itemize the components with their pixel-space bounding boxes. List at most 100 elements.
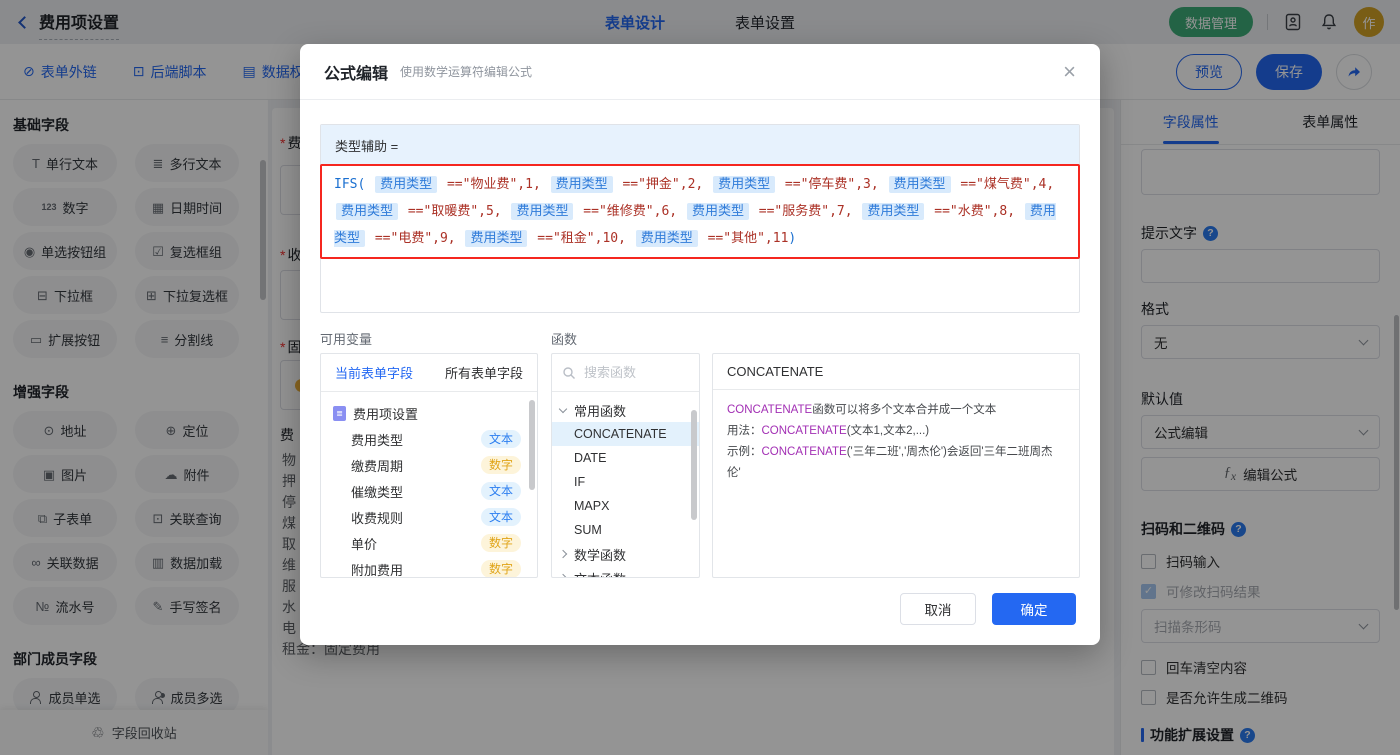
function-detail-panel: CONCATENATE CONCATENATE函数可以将多个文本合并成一个文本 … xyxy=(712,353,1080,578)
tab-all-form-fields[interactable]: 所有表单字段 xyxy=(445,363,523,382)
app-root: 费用项设置 表单设计表单设置 数据管理 作 ⊘表单外链⊡后端脚本▤数据权限 预览… xyxy=(0,0,1400,755)
formula-code[interactable]: IFS( 费用类型 =="物业费",1, 费用类型 =="押金",2, 费用类型… xyxy=(320,164,1080,259)
function-name: CONCATENATE xyxy=(727,404,812,416)
panel-labels: 可用变量 函数 xyxy=(320,329,1080,347)
panels-row: 当前表单字段 所有表单字段 ≣费用项设置费用类型文本缴费周期数字催缴类型文本收费… xyxy=(320,353,1080,578)
function-group[interactable]: 文本函数 xyxy=(552,566,699,578)
field-chip[interactable]: 费用类型 xyxy=(511,203,573,220)
function-desc: 函数可以将多个文本合并成一个文本 xyxy=(812,404,996,416)
confirm-button[interactable]: 确定 xyxy=(992,593,1076,625)
formula-literal: =="煤气费",4, xyxy=(953,177,1055,192)
modal-subtitle: 使用数学运算符编辑公式 xyxy=(400,63,532,80)
function-detail-usage: 用法：CONCATENATE(文本1,文本2,...) xyxy=(727,421,1065,442)
chevron-right-icon xyxy=(559,574,567,578)
function-detail-line1: CONCATENATE函数可以将多个文本合并成一个文本 xyxy=(727,400,1065,421)
field-chip[interactable]: 费用类型 xyxy=(862,203,924,220)
formula-literal: =="取暖费",5, xyxy=(400,204,509,219)
formula-literal: =="押金",2, xyxy=(615,177,711,192)
function-keyword: ) xyxy=(788,231,796,246)
variable-name: 单价 xyxy=(351,534,377,553)
function-group-name: 常用函数 xyxy=(574,401,626,420)
form-doc-icon: ≣ xyxy=(333,406,346,421)
variable-name: 催缴类型 xyxy=(351,482,403,501)
chevron-right-icon xyxy=(559,550,567,558)
modal-footer: 取消 确定 xyxy=(900,593,1076,625)
variable-type-badge: 数字 xyxy=(481,534,521,552)
field-chip[interactable]: 费用类型 xyxy=(713,176,775,193)
field-chip[interactable]: 费用类型 xyxy=(889,176,951,193)
functions-scrollbar[interactable] xyxy=(691,410,697,520)
usage-args: (文本1,文本2,...) xyxy=(847,425,929,437)
formula-editor-empty-area[interactable] xyxy=(321,258,1079,312)
variable-type-badge: 数字 xyxy=(481,560,521,578)
close-icon[interactable]: × xyxy=(1063,61,1076,83)
formula-literal: =="停车费",3, xyxy=(777,177,886,192)
variable-name: 收费规则 xyxy=(351,508,403,527)
function-search-input[interactable] xyxy=(584,365,684,380)
variables-form-row: ≣ 费用项设置 xyxy=(321,400,537,426)
function-group[interactable]: 数学函数 xyxy=(552,542,699,566)
variable-row[interactable]: 催缴类型 文本 xyxy=(321,478,537,504)
function-detail-title: CONCATENATE xyxy=(713,354,1079,390)
variables-tabs: 当前表单字段 所有表单字段 xyxy=(321,354,537,392)
function-item[interactable]: SUM xyxy=(552,518,699,542)
function-group[interactable]: 常用函数 xyxy=(552,398,699,422)
variable-row[interactable]: 费用类型 文本 xyxy=(321,426,537,452)
functions-list: 常用函数 CONCATENATEDATEIFMAPXSUM 数学函数文本函数 xyxy=(552,392,699,578)
formula-literal: =="维修费",6, xyxy=(575,204,684,219)
formula-literal: =="物业费",1, xyxy=(439,177,548,192)
form-name: 费用项设置 xyxy=(353,404,418,423)
field-chip[interactable]: 费用类型 xyxy=(636,230,698,247)
functions-label: 函数 xyxy=(551,329,577,348)
function-item[interactable]: IF xyxy=(552,470,699,494)
cancel-button[interactable]: 取消 xyxy=(900,593,976,625)
variable-type-badge: 数字 xyxy=(481,456,521,474)
variable-row[interactable]: 缴费周期 数字 xyxy=(321,452,537,478)
variable-name: 缴费周期 xyxy=(351,456,403,475)
modal-header: 公式编辑 使用数学运算符编辑公式 × xyxy=(300,44,1100,100)
field-chip[interactable]: 费用类型 xyxy=(336,203,398,220)
formula-literal: =="租金",10, xyxy=(529,231,633,246)
usage-label: 用法： xyxy=(727,425,762,437)
function-item[interactable]: CONCATENATE xyxy=(552,422,699,446)
formula-editor-modal: 公式编辑 使用数学运算符编辑公式 × 类型辅助 = IFS( 费用类型 =="物… xyxy=(300,44,1100,645)
variable-type-badge: 文本 xyxy=(481,508,521,526)
variable-row[interactable]: 收费规则 文本 xyxy=(321,504,537,530)
function-name: CONCATENATE xyxy=(762,425,847,437)
tab-current-form-fields[interactable]: 当前表单字段 xyxy=(335,363,413,382)
formula-literal: =="服务费",7, xyxy=(751,204,860,219)
function-name: CONCATENATE xyxy=(762,446,847,458)
formula-literal: =="其他",11 xyxy=(700,231,789,246)
variable-name: 费用类型 xyxy=(351,430,403,449)
field-chip[interactable]: 费用类型 xyxy=(375,176,437,193)
example-label: 示例： xyxy=(727,446,762,458)
formula-literal: =="电费",9, xyxy=(367,231,463,246)
field-chip[interactable]: 费用类型 xyxy=(551,176,613,193)
variables-scrollbar[interactable] xyxy=(529,400,535,490)
field-chip[interactable]: 费用类型 xyxy=(465,230,527,247)
variable-row[interactable]: 单价 数字 xyxy=(321,530,537,556)
field-chip[interactable]: 费用类型 xyxy=(687,203,749,220)
function-group-name: 数学函数 xyxy=(574,545,626,564)
function-detail-example: 示例：CONCATENATE('三年二班','周杰伦')会返回'三年二班周杰伦' xyxy=(727,442,1065,484)
variables-panel: 当前表单字段 所有表单字段 ≣费用项设置费用类型文本缴费周期数字催缴类型文本收费… xyxy=(320,353,538,578)
function-detail-body: CONCATENATE函数可以将多个文本合并成一个文本 用法：CONCATENA… xyxy=(713,390,1079,494)
modal-body: 类型辅助 = IFS( 费用类型 =="物业费",1, 费用类型 =="押金",… xyxy=(300,100,1100,578)
function-search xyxy=(552,354,699,392)
variables-label: 可用变量 xyxy=(320,329,372,348)
formula-literal: =="水费",8, xyxy=(926,204,1022,219)
function-keyword: IFS( xyxy=(334,177,373,192)
formula-editor-box: 类型辅助 = IFS( 费用类型 =="物业费",1, 费用类型 =="押金",… xyxy=(320,124,1080,313)
functions-panel: 常用函数 CONCATENATEDATEIFMAPXSUM 数学函数文本函数 xyxy=(551,353,700,578)
variable-type-badge: 文本 xyxy=(481,430,521,448)
function-group-name: 文本函数 xyxy=(574,569,626,579)
function-item[interactable]: DATE xyxy=(552,446,699,470)
variable-row[interactable]: 附加费用 数字 xyxy=(321,556,537,578)
formula-target: 类型辅助 = xyxy=(321,125,1079,165)
variable-name: 附加费用 xyxy=(351,560,403,579)
modal-title: 公式编辑 xyxy=(324,60,388,84)
variable-type-badge: 文本 xyxy=(481,482,521,500)
chevron-down-icon xyxy=(559,404,567,412)
variables-list: ≣费用项设置费用类型文本缴费周期数字催缴类型文本收费规则文本单价数字附加费用数字 xyxy=(321,392,537,578)
function-item[interactable]: MAPX xyxy=(552,494,699,518)
